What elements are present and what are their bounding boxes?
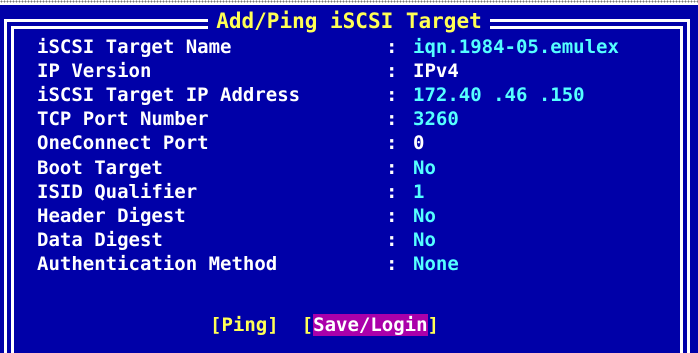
field-isid-qualifier[interactable]: ISID Qualifier : 1 <box>37 180 619 204</box>
field-label: iSCSI Target Name <box>37 36 232 59</box>
field-header-digest[interactable]: Header Digest : No <box>37 204 619 228</box>
dialog-title-bar: Add/Ping iSCSI Target <box>0 8 698 34</box>
bracket-close: ] <box>427 314 439 336</box>
field-label: OneConnect Port <box>37 132 209 155</box>
save-login-button[interactable]: [Save/Login] <box>302 313 439 337</box>
ip-version-value[interactable]: IPv4 <box>413 60 459 82</box>
header-digest-value[interactable]: No <box>413 205 436 227</box>
bracket-close: ] <box>267 314 279 336</box>
button-gap <box>279 313 302 337</box>
field-separator: : <box>386 36 398 59</box>
target-ip-address-value[interactable]: 172.40 .46 .150 <box>413 84 585 106</box>
field-separator: : <box>386 84 398 107</box>
ping-button[interactable]: [Ping] <box>210 313 279 337</box>
field-separator: : <box>386 132 398 155</box>
field-boot-target[interactable]: Boot Target : No <box>37 155 619 179</box>
authentication-method-value[interactable]: None <box>413 253 459 275</box>
field-target-ip-address[interactable]: iSCSI Target IP Address : 172.40 .46 .15… <box>37 83 619 107</box>
field-label: Data Digest <box>37 228 163 251</box>
field-label: IP Version <box>37 60 152 83</box>
field-label: TCP Port Number <box>37 108 209 131</box>
field-label: Header Digest <box>37 204 186 227</box>
field-separator: : <box>386 252 398 275</box>
bracket-open: [ <box>301 314 314 336</box>
add-ping-iscsi-target-dialog: Add/Ping iSCSI Target iSCSI Target Name … <box>0 5 698 353</box>
boot-target-value[interactable]: No <box>413 157 436 179</box>
field-target-name[interactable]: iSCSI Target Name : iqn.1984-05.emulex <box>37 35 619 59</box>
field-separator: : <box>386 180 398 203</box>
field-separator: : <box>386 60 398 83</box>
field-separator: : <box>386 156 398 179</box>
tcp-port-number-value[interactable]: 3260 <box>413 108 459 130</box>
bracket-open: [ <box>210 314 222 336</box>
oneconnect-port-value[interactable]: 0 <box>413 132 424 154</box>
field-label: Boot Target <box>37 156 163 179</box>
target-name-value[interactable]: iqn.1984-05.emulex <box>413 36 619 58</box>
dotted-top-edge <box>0 0 698 3</box>
field-label: Authentication Method <box>37 252 278 275</box>
isid-qualifier-value[interactable]: 1 <box>413 181 424 203</box>
field-authentication-method[interactable]: Authentication Method : None <box>37 252 619 276</box>
dialog-title: Add/Ping iSCSI Target <box>208 8 490 34</box>
save-login-button-label: Save/Login <box>313 314 428 336</box>
field-data-digest[interactable]: Data Digest : No <box>37 228 619 252</box>
data-digest-value[interactable]: No <box>413 229 436 251</box>
field-separator: : <box>386 204 398 227</box>
field-oneconnect-port[interactable]: OneConnect Port : 0 <box>37 131 619 155</box>
field-tcp-port-number[interactable]: TCP Port Number : 3260 <box>37 107 619 131</box>
field-ip-version[interactable]: IP Version : IPv4 <box>37 59 619 83</box>
field-separator: : <box>386 228 398 251</box>
field-label: ISID Qualifier <box>37 180 198 203</box>
field-separator: : <box>386 108 398 131</box>
button-bar: [Ping] [Save/Login] <box>210 313 439 337</box>
field-list: iSCSI Target Name : iqn.1984-05.emulex I… <box>37 35 619 276</box>
ping-button-label: Ping <box>221 314 268 336</box>
field-label: iSCSI Target IP Address <box>37 84 301 107</box>
